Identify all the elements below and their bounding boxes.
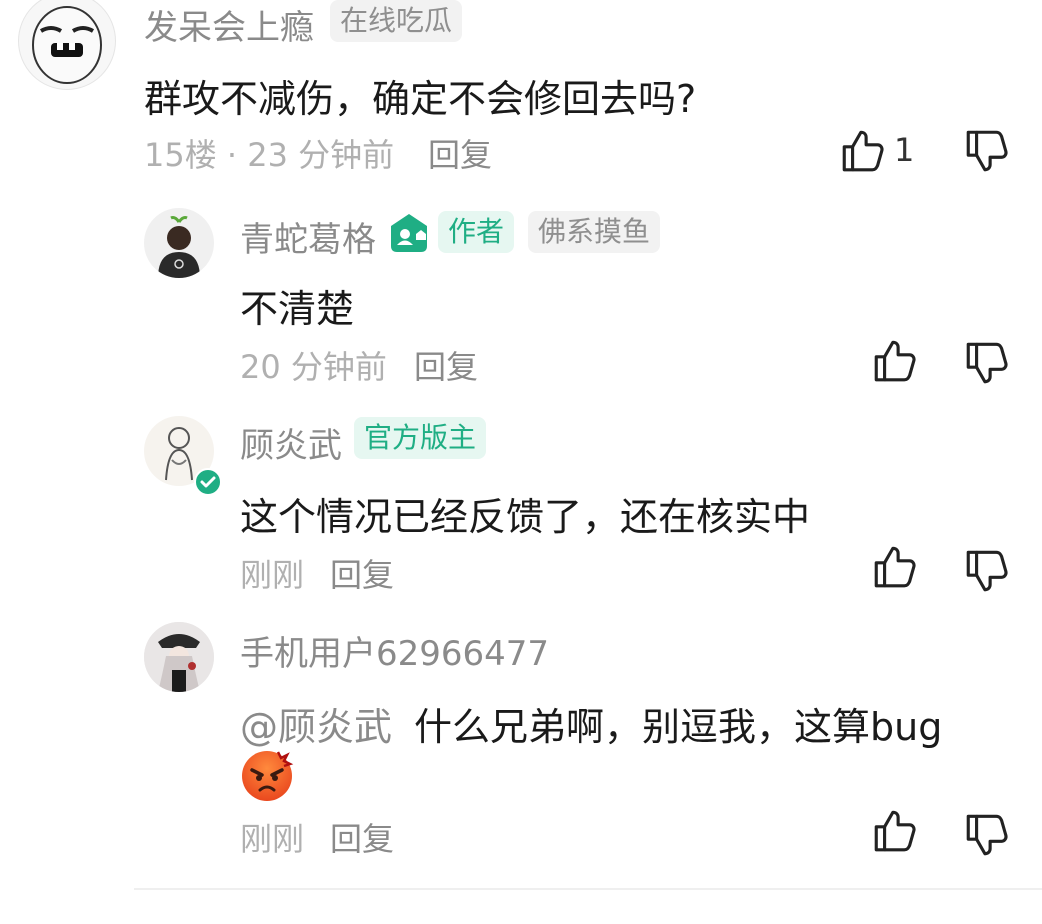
avatar[interactable] — [144, 208, 214, 278]
reply-username[interactable]: 手机用户62966477 — [240, 626, 549, 675]
reply-username[interactable]: 青蛇葛格 — [240, 212, 376, 261]
dislike-button[interactable] — [962, 126, 1012, 176]
meme-face-icon — [32, 6, 102, 84]
reply-time: 刚刚 — [240, 556, 305, 594]
reply-button[interactable]: 回复 — [428, 130, 492, 176]
like-button[interactable] — [870, 542, 920, 592]
moderator-badge: 官方版主 — [354, 417, 487, 459]
floor-number: 15楼 — [144, 136, 217, 174]
dislike-button[interactable] — [962, 546, 1012, 596]
reply-time: 刚刚 — [240, 820, 305, 858]
reply-text: 什么兄弟啊，别逗我，这算bug — [414, 705, 943, 749]
reply-username[interactable]: 顾炎武 — [240, 418, 342, 467]
meta-separator: · — [226, 136, 238, 174]
comment-floor: 15楼 · 23 分钟前 — [144, 130, 394, 176]
comment-content: 群攻不减伤，确定不会修回去吗? — [144, 77, 697, 121]
dislike-button[interactable] — [962, 810, 1012, 860]
mention-link[interactable]: @顾炎武 — [240, 705, 392, 749]
like-button[interactable] — [838, 126, 888, 176]
thumb-down-icon — [966, 130, 1008, 172]
dislike-button[interactable] — [962, 338, 1012, 388]
divider — [134, 888, 1042, 890]
avatar[interactable] — [18, 0, 116, 90]
reply-time: 20 分钟前 — [240, 348, 387, 386]
reply-button[interactable]: 回复 — [330, 550, 394, 596]
thumb-down-icon — [966, 342, 1008, 384]
like-count: 1 — [894, 131, 915, 169]
like-button[interactable] — [870, 806, 920, 856]
thumb-up-icon — [842, 130, 884, 172]
comment-username[interactable]: 发呆会上瘾 — [144, 0, 314, 49]
reply-content: 不清楚 — [240, 287, 355, 331]
author-badge: 作者 — [438, 211, 515, 253]
user-badge: 佛系摸鱼 — [528, 211, 661, 253]
thumb-down-icon — [966, 550, 1008, 592]
avatar-figure-icon — [158, 216, 200, 278]
thumb-down-icon — [966, 814, 1008, 856]
thumb-up-icon — [874, 810, 916, 852]
reply-content: @顾炎武 什么兄弟啊，别逗我，这算bug — [240, 696, 942, 751]
author-house-icon — [388, 212, 430, 254]
reply-button[interactable]: 回复 — [330, 814, 394, 860]
thumb-up-icon — [874, 546, 916, 588]
avatar[interactable] — [144, 622, 214, 692]
verified-check-icon — [194, 468, 222, 496]
like-button[interactable] — [870, 336, 920, 386]
user-badge: 在线吃瓜 — [330, 0, 463, 42]
reply-content: 这个情况已经反馈了，还在核实中 — [240, 495, 811, 539]
thumb-up-icon — [874, 340, 916, 382]
angry-emoji-icon — [240, 748, 294, 802]
comment-time: 23 分钟前 — [247, 136, 395, 174]
avatar-anime-icon — [144, 622, 214, 692]
reply-button[interactable]: 回复 — [414, 342, 478, 388]
